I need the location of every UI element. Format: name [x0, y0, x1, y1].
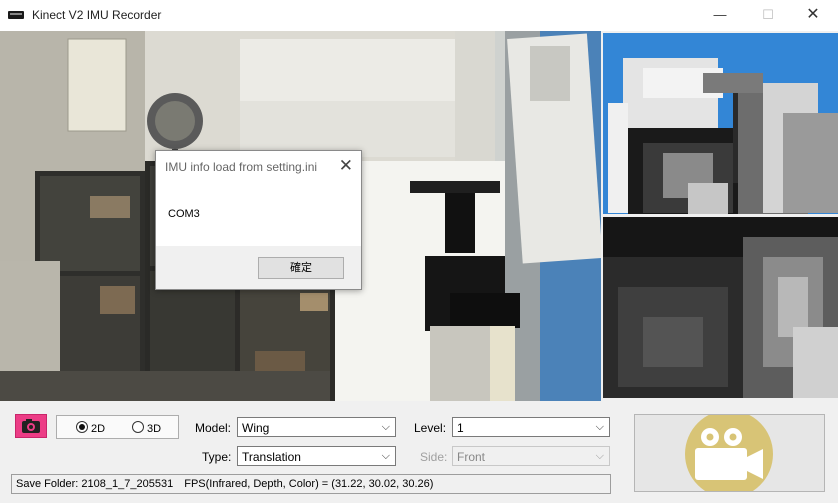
- type-value: Translation: [242, 450, 301, 464]
- chevron-down-icon: ⌵: [381, 421, 390, 433]
- side-value: Front: [457, 450, 486, 464]
- radio-2d[interactable]: [76, 421, 88, 433]
- radio-3d[interactable]: [132, 421, 144, 433]
- title-bar: Kinect V2 IMU Recorder — ☐ ✕: [0, 0, 838, 31]
- status-bar: Save Folder: 2108_1_7_205531 FPS(Infrare…: [11, 474, 611, 494]
- dialog-title: IMU info load from setting.ini: [165, 160, 318, 174]
- save-folder-text: Save Folder: 2108_1_7_205531: [16, 478, 174, 490]
- level-label: Level:: [414, 421, 447, 435]
- camera-icon: [22, 419, 40, 433]
- maximize-button[interactable]: ☐: [745, 4, 791, 26]
- model-label: Model:: [195, 421, 232, 435]
- side-select: Front ⌵: [452, 446, 610, 466]
- side-label: Side:: [420, 450, 448, 464]
- level-value: 1: [457, 421, 464, 435]
- ok-button[interactable]: 確定: [258, 257, 344, 279]
- level-select[interactable]: 1 ⌵: [452, 417, 610, 437]
- snapshot-button[interactable]: [15, 414, 47, 438]
- dialog-footer: 確定: [156, 246, 361, 289]
- depth-camera-image: [603, 33, 838, 214]
- view-mode-group: 2D 3D: [56, 415, 179, 439]
- kinect-app-icon: [8, 11, 24, 19]
- imu-info-dialog: IMU info load from setting.ini ✕ COM3 確定: [155, 150, 362, 290]
- depth-camera-view: [603, 33, 838, 214]
- type-select[interactable]: Translation ⌵: [237, 446, 396, 466]
- chevron-down-icon: ⌵: [595, 450, 604, 462]
- dialog-close-icon[interactable]: ✕: [339, 156, 353, 176]
- model-select[interactable]: Wing ⌵: [237, 417, 396, 437]
- infrared-camera-image: [603, 217, 838, 398]
- close-button[interactable]: ✕: [790, 4, 836, 26]
- video-camera-icon: [685, 415, 773, 491]
- infrared-camera-view: [603, 217, 838, 398]
- type-label: Type:: [202, 450, 232, 464]
- record-button[interactable]: [634, 414, 825, 492]
- window-title: Kinect V2 IMU Recorder: [32, 8, 162, 22]
- model-value: Wing: [242, 421, 270, 435]
- radio-3d-label[interactable]: 3D: [147, 423, 161, 435]
- radio-2d-label[interactable]: 2D: [91, 423, 105, 435]
- chevron-down-icon: ⌵: [595, 421, 604, 433]
- chevron-down-icon: ⌵: [381, 450, 390, 462]
- dialog-message: COM3: [168, 208, 200, 220]
- minimize-button[interactable]: —: [697, 4, 743, 26]
- fps-text: FPS(Infrared, Depth, Color) = (31.22, 30…: [184, 478, 434, 490]
